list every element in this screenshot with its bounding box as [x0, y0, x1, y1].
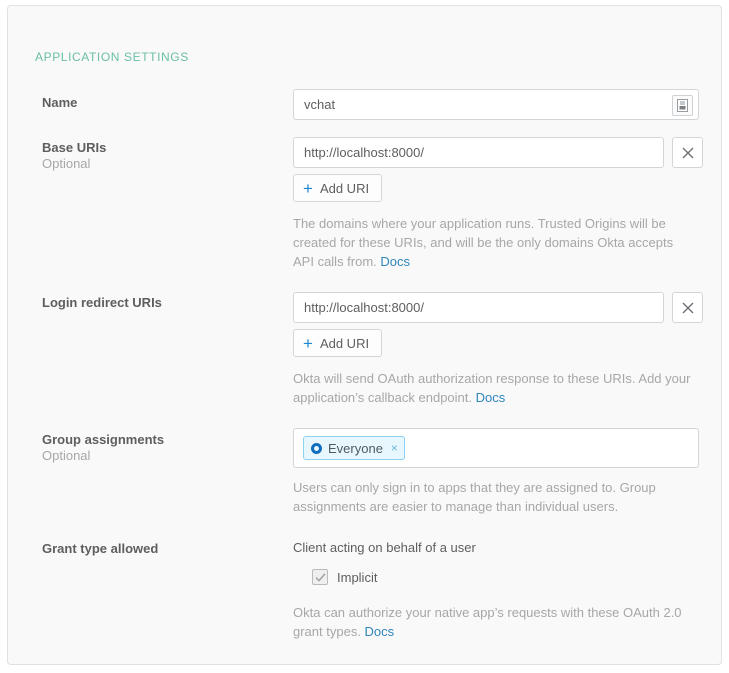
grant-type-label: Grant type allowed [42, 541, 272, 557]
remove-base-uri-button[interactable] [672, 137, 703, 168]
group-assignments-label: Group assignments [42, 432, 272, 448]
name-field-column [293, 89, 699, 120]
app-logo-icon[interactable] [672, 95, 693, 116]
grant-type-hint: Okta can authorize your native app’s req… [293, 603, 693, 641]
add-base-uri-button[interactable]: + Add URI [293, 174, 382, 202]
add-login-redirect-uri-label: Add URI [320, 336, 369, 351]
login-redirect-uris-label: Login redirect URIs [42, 295, 272, 311]
close-icon [682, 147, 694, 159]
grant-type-hint-text: Okta can authorize your native app’s req… [293, 605, 682, 639]
group-tag-remove-icon[interactable]: × [391, 442, 398, 454]
group-assignments-tag-box[interactable]: Everyone × [293, 428, 699, 468]
base-uris-hint-text: The domains where your application runs.… [293, 216, 673, 269]
implicit-checkbox[interactable] [312, 569, 328, 585]
base-uris-optional-label: Optional [42, 156, 90, 172]
login-redirect-uris-docs-link[interactable]: Docs [476, 390, 506, 405]
base-uris-docs-link[interactable]: Docs [380, 254, 410, 269]
application-settings-card: APPLICATION SETTINGS Name Base URIs Opti… [7, 5, 722, 665]
base-uris-input-row [293, 137, 703, 168]
grant-type-docs-link[interactable]: Docs [365, 624, 395, 639]
grant-type-subheading: Client acting on behalf of a user [293, 540, 476, 555]
grant-type-implicit-row[interactable]: Implicit [312, 569, 377, 585]
name-label: Name [42, 95, 272, 111]
plus-icon: + [303, 180, 313, 197]
page-title: APPLICATION SETTINGS [35, 50, 189, 64]
login-redirect-input-row [293, 292, 703, 323]
group-assignments-optional-label: Optional [42, 448, 90, 464]
base-uris-hint: The domains where your application runs.… [293, 214, 693, 271]
group-assignments-hint: Users can only sign in to apps that they… [293, 478, 693, 516]
group-tag-label: Everyone [328, 441, 383, 456]
name-input[interactable] [293, 89, 699, 120]
add-base-uri-label: Add URI [320, 181, 369, 196]
base-uri-input[interactable] [293, 137, 664, 168]
login-redirect-uri-input[interactable] [293, 292, 664, 323]
remove-login-redirect-uri-button[interactable] [672, 292, 703, 323]
group-tag-everyone[interactable]: Everyone × [303, 436, 405, 460]
login-redirect-uris-hint: Okta will send OAuth authorization respo… [293, 369, 693, 407]
base-uris-label: Base URIs [42, 140, 272, 156]
check-icon [315, 573, 326, 582]
close-icon [682, 302, 694, 314]
plus-icon: + [303, 335, 313, 352]
add-login-redirect-uri-button[interactable]: + Add URI [293, 329, 382, 357]
implicit-checkbox-label: Implicit [337, 570, 377, 585]
name-input-wrap [293, 89, 699, 120]
group-ring-icon [311, 443, 322, 454]
